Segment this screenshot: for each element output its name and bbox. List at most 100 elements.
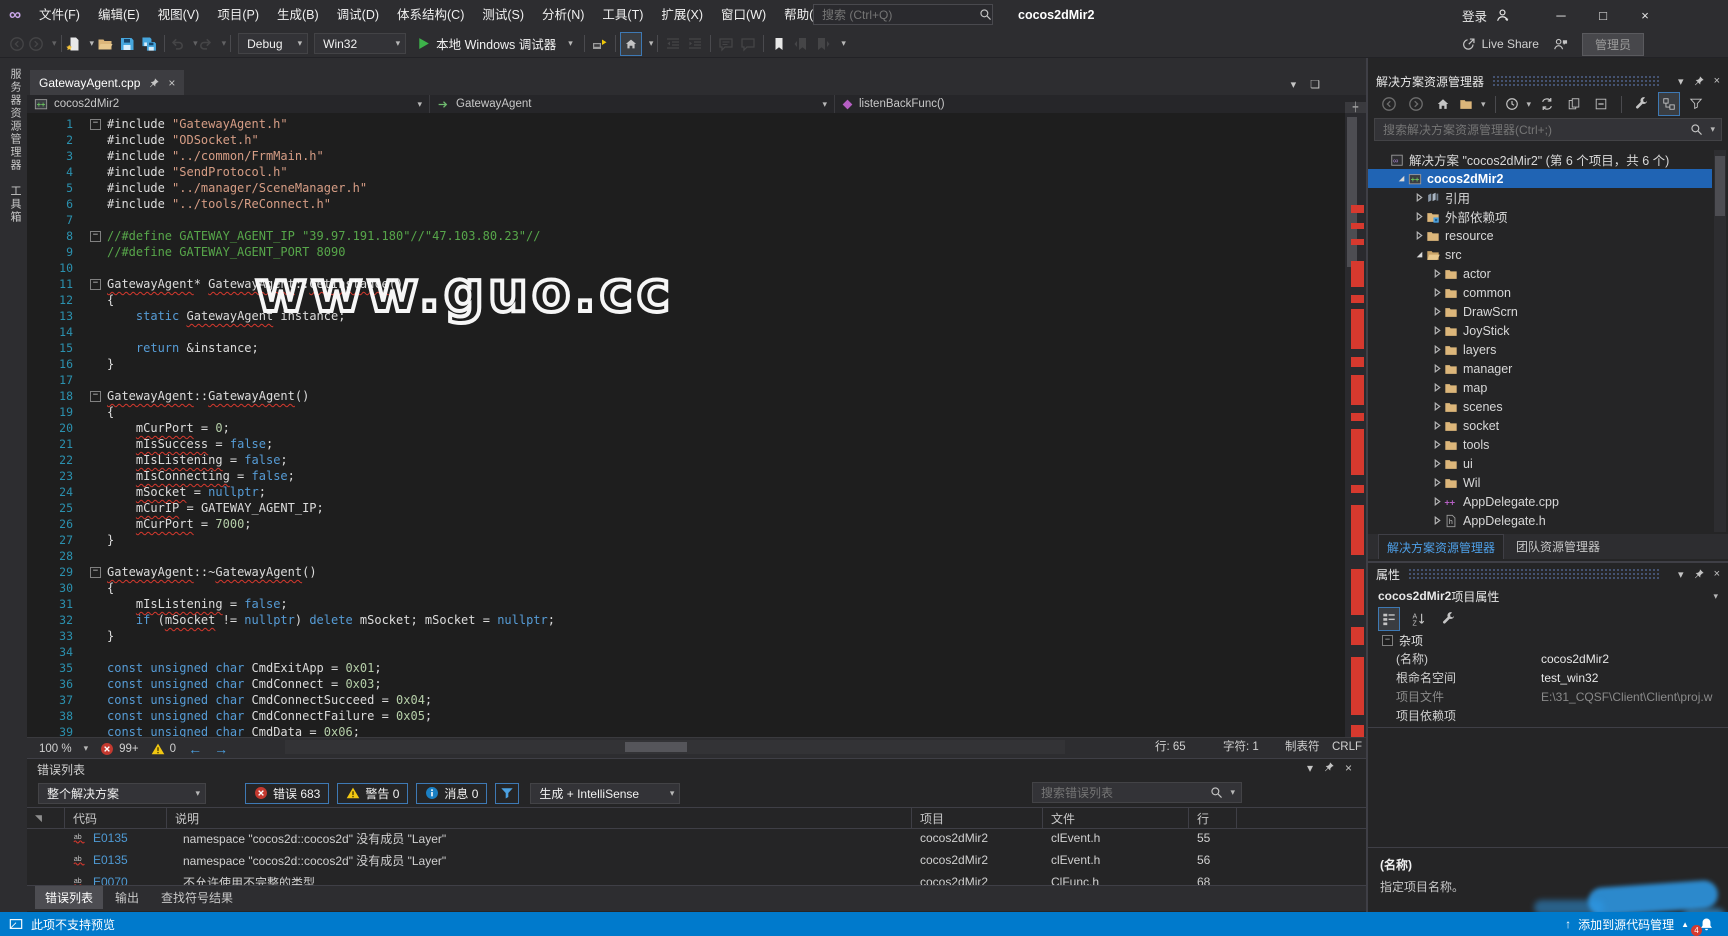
code-line[interactable]: 27} — [27, 532, 1345, 548]
solution-explorer-titlebar[interactable]: 解决方案资源管理器 ▾ × — [1368, 70, 1728, 92]
property-row-根命名空间[interactable]: 根命名空间test_win32 — [1368, 668, 1728, 687]
error-scope-dropdown[interactable]: 整个解决方案▾ — [38, 783, 206, 804]
menu-视图[interactable]: 视图(V) — [149, 0, 209, 30]
code-line[interactable]: 32 if (mSocket != nullptr) delete mSocke… — [27, 612, 1345, 628]
code-line[interactable]: 11−GatewayAgent* GatewayAgent::GetInstan… — [27, 276, 1345, 292]
code-line[interactable]: 18−GatewayAgent::GatewayAgent() — [27, 388, 1345, 404]
side-tab-工具箱[interactable]: 工具箱 — [7, 185, 23, 224]
collapse-all-icon[interactable] — [1590, 92, 1612, 116]
alphabetical-icon[interactable]: AZ — [1408, 607, 1430, 631]
run-debugger-button[interactable]: 本地 Windows 调试器▾ — [409, 34, 580, 53]
code-line[interactable]: 17 — [27, 372, 1345, 388]
collapsed-arrow-icon[interactable] — [1430, 516, 1444, 525]
panel-dropdown-icon[interactable]: ▾ — [1307, 761, 1313, 775]
column-header-项目[interactable]: 项目 — [912, 808, 1043, 828]
new-file-icon[interactable]: ▾ — [66, 32, 95, 56]
menu-窗口[interactable]: 窗口(W) — [712, 0, 775, 30]
collapsed-arrow-icon[interactable] — [1430, 288, 1444, 297]
editor-horizontal-scrollbar[interactable] — [285, 740, 1065, 754]
error-count-indicator[interactable]: 99+ — [100, 742, 139, 756]
code-line[interactable]: 7 — [27, 212, 1345, 228]
collapsed-arrow-icon[interactable] — [1430, 326, 1444, 335]
property-pages-icon[interactable] — [1438, 607, 1460, 631]
uncomment-icon[interactable] — [737, 32, 759, 56]
panel-close-icon[interactable]: × — [1714, 568, 1720, 580]
open-file-icon[interactable] — [94, 32, 116, 56]
breadcrumb-type[interactable]: GatewayAgent ▾ — [430, 95, 835, 113]
platform-dropdown[interactable]: Win32▾ — [314, 33, 406, 54]
zoom-control[interactable]: 100 %▾ — [39, 743, 88, 755]
tree-item-scenes[interactable]: scenes — [1368, 397, 1712, 416]
properties-titlebar[interactable]: 属性 ▾ × — [1368, 563, 1728, 585]
tab-close-icon[interactable]: × — [168, 76, 175, 90]
code-line[interactable]: 5#include "../manager/SceneManager.h" — [27, 180, 1345, 196]
code-line[interactable]: 31 mIsListening = false; — [27, 596, 1345, 612]
tab-options-icon[interactable]: ❏ — [1310, 78, 1320, 91]
code-line[interactable]: 6#include "../tools/ReConnect.h" — [27, 196, 1345, 212]
bottom-tab-输出[interactable]: 输出 — [105, 886, 149, 909]
tree-item-resource[interactable]: resource — [1368, 226, 1712, 245]
collapsed-arrow-icon[interactable] — [1430, 459, 1444, 468]
collapsed-arrow-icon[interactable] — [1430, 364, 1444, 373]
collapsed-arrow-icon[interactable] — [1430, 440, 1444, 449]
explorer-tab-团队资源管理器[interactable]: 团队资源管理器 — [1508, 534, 1608, 559]
errors-filter-button[interactable]: 错误 683 — [245, 783, 329, 804]
collapsed-arrow-icon[interactable] — [1430, 345, 1444, 354]
code-line[interactable]: 36const unsigned char CmdConnect = 0x03; — [27, 676, 1345, 692]
show-all-files-icon[interactable] — [1658, 92, 1680, 116]
column-header-severity[interactable]: ◥ — [27, 808, 65, 828]
undo-icon[interactable]: ▾ — [169, 32, 198, 56]
menu-测试[interactable]: 测试(S) — [473, 0, 533, 30]
config-dropdown[interactable]: Debug▾ — [238, 33, 308, 54]
nav-back-icon[interactable] — [1378, 92, 1400, 116]
property-value[interactable]: cocos2dMir2 — [1541, 652, 1728, 666]
fold-icon[interactable]: − — [90, 231, 101, 242]
code-line[interactable]: 38const unsigned char CmdConnectFailure … — [27, 708, 1345, 724]
code-line[interactable]: 14 — [27, 324, 1345, 340]
code-line[interactable]: 30{ — [27, 580, 1345, 596]
code-line[interactable]: 29−GatewayAgent::~GatewayAgent() — [27, 564, 1345, 580]
nav-back-icon[interactable] — [6, 32, 28, 56]
column-header-行[interactable]: 行 — [1189, 808, 1237, 828]
property-value[interactable]: E:\31_CQSF\Client\Client\proj.w — [1541, 690, 1728, 704]
comment-icon[interactable] — [715, 32, 737, 56]
error-code-link[interactable]: E0135 — [93, 853, 128, 867]
menu-调试[interactable]: 调试(D) — [328, 0, 388, 30]
sync-with-active-document-icon[interactable] — [1536, 92, 1558, 116]
menu-文件[interactable]: 文件(F) — [30, 0, 89, 30]
code-line[interactable]: 33} — [27, 628, 1345, 644]
nav-back-error-icon[interactable]: ← — [188, 741, 202, 757]
menu-项目[interactable]: 项目(P) — [208, 0, 268, 30]
code-line[interactable]: 37const unsigned char CmdConnectSucceed … — [27, 692, 1345, 708]
code-line[interactable]: 23 mIsConnecting = false; — [27, 468, 1345, 484]
tree-item-AppDelegate.cpp[interactable]: ++AppDelegate.cpp — [1368, 492, 1712, 511]
indent-increase-icon[interactable] — [684, 32, 706, 56]
editor-vertical-scrollbar[interactable] — [1345, 113, 1366, 737]
error-row[interactable]: abE0135namespace "cocos2d::cocos2d" 没有成员… — [27, 827, 1366, 849]
code-line[interactable]: 15 return &instance; — [27, 340, 1345, 356]
menu-生成[interactable]: 生成(B) — [268, 0, 328, 30]
pin-icon[interactable] — [1323, 761, 1335, 775]
error-search-input[interactable] — [1039, 785, 1210, 801]
solution-search-input[interactable] — [1381, 122, 1690, 138]
refresh-icon[interactable] — [1563, 92, 1585, 116]
document-tab[interactable]: GatewayAgent.cpp × — [30, 70, 184, 95]
property-category[interactable]: − 杂项 — [1368, 631, 1728, 649]
code-line[interactable]: 22 mIsListening = false; — [27, 452, 1345, 468]
menu-工具[interactable]: 工具(T) — [593, 0, 652, 30]
pin-icon[interactable] — [148, 77, 160, 89]
code-line[interactable]: 25 mCurIP = GATEWAY_AGENT_IP; — [27, 500, 1345, 516]
code-line[interactable]: 35const unsigned char CmdExitApp = 0x01; — [27, 660, 1345, 676]
code-line[interactable]: 19{ — [27, 404, 1345, 420]
bookmark-prev-icon[interactable] — [790, 32, 812, 56]
close-button[interactable]: × — [1624, 0, 1666, 30]
bookmark-next-icon[interactable] — [812, 32, 834, 56]
open-documents-dropdown-icon[interactable]: ▾ — [1291, 78, 1297, 91]
property-row-(名称)[interactable]: (名称)cocos2dMir2 — [1368, 649, 1728, 668]
warnings-filter-button[interactable]: 警告 0 — [337, 783, 408, 804]
sign-in-button[interactable]: 登录 — [1462, 0, 1510, 30]
tree-item-ui[interactable]: ui — [1368, 454, 1712, 473]
code-line[interactable]: 24 mSocket = nullptr; — [27, 484, 1345, 500]
tree-item-common[interactable]: common — [1368, 283, 1712, 302]
bottom-tab-查找符号结果[interactable]: 查找符号结果 — [151, 886, 243, 909]
